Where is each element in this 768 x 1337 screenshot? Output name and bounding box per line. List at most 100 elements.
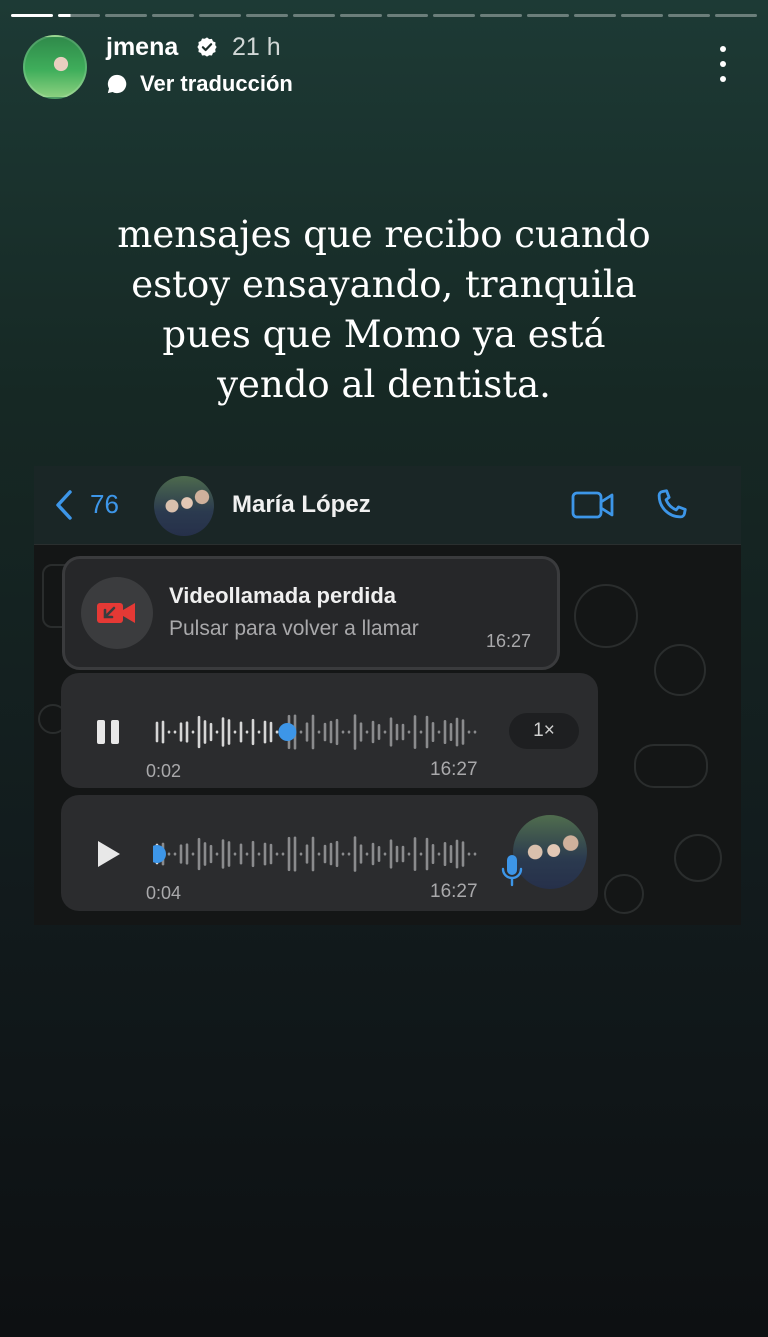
waveform-bar bbox=[437, 852, 441, 856]
profile-avatar[interactable] bbox=[23, 35, 87, 99]
waveform-bar bbox=[353, 714, 357, 750]
waveform-bar bbox=[419, 852, 423, 856]
waveform-bar bbox=[299, 730, 303, 734]
waveform-bar bbox=[215, 852, 219, 856]
waveform-bar bbox=[167, 852, 171, 856]
voice-waveform bbox=[153, 836, 477, 872]
story-segment bbox=[621, 14, 664, 17]
see-translation-link[interactable]: Ver traducción bbox=[140, 71, 293, 97]
waveform-scrubber bbox=[278, 723, 297, 741]
waveform-bar bbox=[353, 836, 357, 872]
waveform-bar bbox=[275, 730, 279, 734]
waveform-bar bbox=[443, 719, 447, 745]
chevron-left-icon bbox=[56, 490, 72, 520]
story-segment bbox=[104, 14, 147, 17]
waveform-bar bbox=[407, 730, 411, 734]
voice-note-bubble: 1× 0:02 16:27 bbox=[61, 673, 598, 788]
playback-speed-button: 1× bbox=[509, 713, 579, 749]
waveform-bar bbox=[257, 730, 261, 734]
waveform-bar bbox=[419, 730, 423, 734]
username[interactable]: jmena bbox=[106, 33, 178, 62]
waveform-bar bbox=[275, 852, 279, 856]
waveform-bar bbox=[299, 852, 303, 856]
waveform-bar bbox=[227, 841, 231, 867]
waveform-bar bbox=[329, 720, 333, 744]
contact-avatar bbox=[154, 476, 214, 536]
waveform-bar bbox=[335, 840, 339, 868]
waveform-bar bbox=[221, 839, 225, 869]
story-segment bbox=[574, 14, 617, 17]
video-call-icon bbox=[571, 491, 614, 519]
waveform-bar bbox=[269, 843, 273, 865]
waveform-bar bbox=[437, 730, 441, 734]
waveform-bar bbox=[227, 719, 231, 745]
waveform-bar bbox=[197, 715, 201, 749]
waveform-bar bbox=[233, 730, 237, 734]
waveform-bar bbox=[239, 721, 243, 743]
waveform-bar bbox=[179, 722, 183, 742]
story-segment bbox=[480, 14, 523, 17]
waveform-bar bbox=[431, 843, 435, 865]
story-segment bbox=[715, 14, 757, 17]
post-time: 21 h bbox=[232, 33, 281, 61]
story-segment bbox=[339, 14, 382, 17]
waveform-bar bbox=[377, 724, 381, 740]
waveform-bar bbox=[221, 717, 225, 747]
waveform-bar bbox=[329, 842, 333, 866]
waveform-bar bbox=[467, 852, 471, 856]
waveform-bar bbox=[251, 718, 255, 746]
caption-line: estoy ensayando, tranquila bbox=[131, 263, 637, 306]
waveform-bar bbox=[311, 714, 315, 750]
waveform-bar bbox=[191, 730, 195, 734]
waveform-bar bbox=[191, 852, 195, 856]
waveform-bar bbox=[251, 840, 255, 868]
more-vertical-icon[interactable] bbox=[713, 46, 733, 82]
message-time: 16:27 bbox=[486, 631, 532, 651]
waveform-bar bbox=[263, 842, 267, 866]
pause-icon bbox=[97, 720, 119, 744]
voice-elapsed: 0:02 bbox=[146, 761, 182, 781]
waveform-bar bbox=[473, 730, 477, 734]
waveform-bar bbox=[155, 721, 159, 743]
waveform-bar bbox=[461, 841, 465, 867]
story-progress-bar bbox=[11, 14, 757, 17]
story-segment bbox=[198, 14, 241, 17]
voice-note-bubble: 0:04 16:27 bbox=[61, 795, 598, 911]
waveform-bar bbox=[443, 841, 447, 867]
waveform-bar bbox=[425, 715, 429, 749]
chat-screenshot-image: 76 María López Videollamada perdida Puls… bbox=[34, 466, 741, 925]
waveform-bar bbox=[347, 852, 351, 856]
waveform-bar bbox=[461, 719, 465, 745]
waveform-bar bbox=[395, 723, 399, 741]
story-segment bbox=[386, 14, 429, 17]
waveform-bar bbox=[455, 839, 459, 869]
waveform-bar bbox=[335, 718, 339, 746]
back-unread-count: 76 bbox=[90, 489, 119, 519]
waveform-bar bbox=[359, 844, 363, 864]
waveform-bar bbox=[167, 730, 171, 734]
waveform-bar bbox=[401, 723, 405, 741]
waveform-bar bbox=[197, 837, 201, 871]
story-segment bbox=[151, 14, 194, 17]
missed-call-badge bbox=[81, 577, 153, 649]
waveform-bar bbox=[365, 730, 369, 734]
waveform-bar bbox=[323, 722, 327, 742]
waveform-bar bbox=[449, 844, 453, 864]
waveform-bar bbox=[359, 722, 363, 742]
waveform-bar bbox=[203, 720, 207, 744]
waveform-bar bbox=[173, 730, 177, 734]
waveform-bar bbox=[323, 844, 327, 864]
waveform-bar bbox=[269, 721, 273, 743]
waveform-bar bbox=[179, 844, 183, 864]
waveform-bar bbox=[365, 852, 369, 856]
waveform-bar bbox=[245, 852, 249, 856]
phone-icon bbox=[657, 489, 687, 519]
waveform-bar bbox=[209, 844, 213, 864]
waveform-bar bbox=[215, 730, 219, 734]
missed-call-title: Videollamada perdida bbox=[169, 583, 397, 608]
waveform-bar bbox=[293, 836, 297, 872]
missed-video-call-bubble: Videollamada perdida Pulsar para volver … bbox=[62, 556, 560, 670]
voice-elapsed: 0:04 bbox=[146, 883, 182, 903]
waveform-bar bbox=[455, 717, 459, 747]
waveform-bar bbox=[203, 842, 207, 866]
